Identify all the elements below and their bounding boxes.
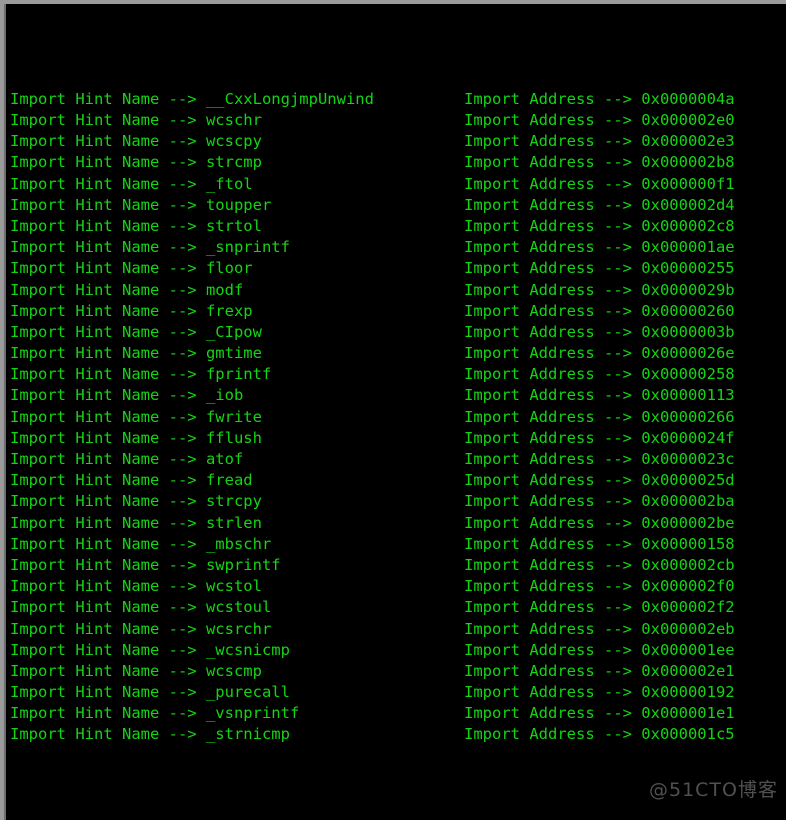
import-hint-name-cell: Import Hint Name --> strlen	[10, 513, 262, 532]
import-hint-name-cell: Import Hint Name --> fflush	[10, 428, 262, 447]
import-entry-row: Import Hint Name --> strtol Import Addres…	[7, 216, 786, 237]
import-hint-name-cell: Import Hint Name --> wcstoul	[10, 598, 272, 617]
import-entry-row: Import Hint Name --> _purecall Import Add…	[7, 682, 786, 703]
import-address-cell: Import Address --> 0x0000003b	[464, 322, 735, 341]
import-address-cell: Import Address --> 0x00000258	[464, 365, 735, 384]
import-entry-row: Import Hint Name --> swprintf Import Addr…	[7, 555, 786, 576]
import-address-cell: Import Address --> 0x000001e1	[464, 704, 735, 723]
import-address-cell: Import Address --> 0x000002b8	[464, 153, 735, 172]
import-hint-name-cell: Import Hint Name --> _vsnprintf	[10, 704, 300, 723]
import-address-cell: Import Address --> 0x000002e3	[464, 132, 735, 151]
import-entry-row: Import Hint Name --> atof Import Address …	[7, 449, 786, 470]
import-entry-row: Import Hint Name --> modf Import Address …	[7, 280, 786, 301]
import-entry-row: Import Hint Name --> _iob Import Address …	[7, 385, 786, 406]
import-address-cell: Import Address --> 0x0000023c	[464, 450, 735, 468]
import-hint-name-cell: Import Hint Name --> fprintf	[10, 365, 272, 384]
import-hint-name-cell: Import Hint Name --> fread	[10, 471, 253, 490]
import-entry-row: Import Hint Name --> _ftol Import Address…	[7, 174, 786, 195]
import-entry-row: Import Hint Name --> fflush Import Addres…	[7, 428, 786, 449]
import-entry-list: Import Hint Name --> __CxxLongjmpUnwind I…	[7, 89, 786, 746]
import-hint-name-cell: Import Hint Name --> _wcsnicmp	[10, 640, 290, 659]
import-entry-row: Import Hint Name --> toupper Import Addre…	[7, 195, 786, 216]
import-address-cell: Import Address --> 0x000001ae	[464, 238, 735, 257]
import-entry-row: Import Hint Name --> wcschr Import Addres…	[7, 110, 786, 131]
import-entry-row: Import Hint Name --> floor Import Address…	[7, 258, 786, 279]
import-hint-name-cell: Import Hint Name --> wcscpy	[10, 132, 262, 151]
import-entry-row: Import Hint Name --> gmtime Import Addres…	[7, 343, 786, 364]
import-address-cell: Import Address --> 0x000001ee	[464, 640, 735, 659]
import-address-cell: Import Address --> 0x000002ba	[464, 492, 735, 511]
import-hint-name-cell: Import Hint Name --> swprintf	[10, 555, 281, 574]
import-hint-name-cell: Import Hint Name --> floor	[10, 259, 253, 278]
import-address-cell: Import Address --> 0x000000f1	[464, 174, 735, 193]
import-entry-row: Import Hint Name --> strcpy Import Addres…	[7, 491, 786, 512]
import-hint-name-cell: Import Hint Name --> modf	[10, 280, 244, 299]
import-hint-name-cell: Import Hint Name --> wcstol	[10, 577, 262, 596]
import-entry-row: Import Hint Name --> frexp Import Address…	[7, 301, 786, 322]
import-address-cell: Import Address --> 0x000002e0	[464, 111, 735, 129]
import-hint-name-cell: Import Hint Name --> strtol	[10, 216, 262, 235]
import-address-cell: Import Address --> 0x00000192	[464, 683, 735, 702]
import-hint-name-cell: Import Hint Name --> _ftol	[10, 174, 253, 193]
import-entry-row: Import Hint Name --> _wcsnicmp Import Add…	[7, 640, 786, 661]
import-hint-name-cell: Import Hint Name --> _mbschr	[10, 534, 272, 553]
import-hint-name-cell: Import Hint Name --> wcsrchr	[10, 619, 272, 638]
import-entry-row: Import Hint Name --> fprintf Import Addre…	[7, 364, 786, 385]
import-entry-row: Import Hint Name --> strcmp Import Addres…	[7, 152, 786, 173]
import-hint-name-cell: Import Hint Name --> atof	[10, 450, 244, 468]
import-address-cell: Import Address --> 0x00000260	[464, 301, 735, 320]
import-hint-name-cell: Import Hint Name --> toupper	[10, 195, 272, 214]
import-entry-row: Import Hint Name --> __CxxLongjmpUnwind I…	[7, 89, 786, 110]
import-address-cell: Import Address --> 0x00000113	[464, 386, 735, 405]
import-address-cell: Import Address --> 0x000002f2	[464, 598, 735, 617]
import-address-cell: Import Address --> 0x000002d4	[464, 195, 735, 214]
import-hint-name-cell: Import Hint Name --> fwrite	[10, 407, 262, 426]
import-address-cell: Import Address --> 0x000001c5	[464, 725, 735, 744]
import-hint-name-cell: Import Hint Name --> wcschr	[10, 111, 262, 129]
import-entry-row: Import Hint Name --> strlen Import Addres…	[7, 513, 786, 534]
import-hint-name-cell: Import Hint Name --> wcscmp	[10, 661, 262, 680]
import-address-cell: Import Address --> 0x0000024f	[464, 428, 735, 447]
import-hint-name-cell: Import Hint Name --> _purecall	[10, 683, 290, 702]
import-entry-row: Import Hint Name --> wcscpy Import Addres…	[7, 131, 786, 152]
import-hint-name-cell: Import Hint Name --> gmtime	[10, 344, 262, 363]
import-hint-name-cell: Import Hint Name --> strcpy	[10, 492, 262, 511]
console-window[interactable]: Import Hint Name --> __CxxLongjmpUnwind I…	[0, 0, 786, 820]
import-entry-row: Import Hint Name --> fread Import Address…	[7, 470, 786, 491]
import-address-cell: Import Address --> 0x00000266	[464, 407, 735, 426]
import-entry-row: Import Hint Name --> _strnicmp Import Add…	[7, 724, 786, 745]
import-entry-row: Import Hint Name --> fwrite Import Addres…	[7, 407, 786, 428]
console-output-area: Import Hint Name --> __CxxLongjmpUnwind I…	[4, 4, 786, 820]
import-entry-row: Import Hint Name --> wcsrchr Import Addre…	[7, 619, 786, 640]
import-address-cell: Import Address --> 0x00000158	[464, 534, 735, 553]
import-entry-row: Import Hint Name --> _snprintf Import Add…	[7, 237, 786, 258]
import-entry-row: Import Hint Name --> wcstoul Import Addre…	[7, 597, 786, 618]
import-entry-row: Import Hint Name --> _vsnprintf Import Ad…	[7, 703, 786, 724]
import-address-cell: Import Address --> 0x0000004a	[464, 89, 735, 108]
import-hint-name-cell: Import Hint Name --> _snprintf	[10, 238, 290, 257]
import-hint-name-cell: Import Hint Name --> _iob	[10, 386, 244, 405]
import-hint-name-cell: Import Hint Name --> strcmp	[10, 153, 262, 172]
import-hint-name-cell: Import Hint Name --> __CxxLongjmpUnwind	[10, 89, 374, 108]
import-hint-name-cell: Import Hint Name --> frexp	[10, 301, 253, 320]
import-address-cell: Import Address --> 0x00000255	[464, 259, 735, 278]
import-hint-name-cell: Import Hint Name --> _CIpow	[10, 322, 262, 341]
import-address-cell: Import Address --> 0x0000029b	[464, 280, 735, 299]
import-address-cell: Import Address --> 0x000002eb	[464, 619, 735, 638]
import-address-cell: Import Address --> 0x000002c8	[464, 216, 735, 235]
import-address-cell: Import Address --> 0x0000025d	[464, 471, 735, 490]
import-entry-row: Import Hint Name --> _CIpow Import Addres…	[7, 322, 786, 343]
import-address-cell: Import Address --> 0x000002e1	[464, 661, 735, 680]
import-entry-row: Import Hint Name --> wcscmp Import Addres…	[7, 661, 786, 682]
import-address-cell: Import Address --> 0x000002f0	[464, 577, 735, 596]
import-hint-name-cell: Import Hint Name --> _strnicmp	[10, 725, 290, 744]
import-entry-row: Import Hint Name --> wcstol Import Addres…	[7, 576, 786, 597]
import-address-cell: Import Address --> 0x0000026e	[464, 344, 735, 363]
import-address-cell: Import Address --> 0x000002cb	[464, 555, 735, 574]
import-entry-row: Import Hint Name --> _mbschr Import Addre…	[7, 534, 786, 555]
import-address-cell: Import Address --> 0x000002be	[464, 513, 735, 532]
